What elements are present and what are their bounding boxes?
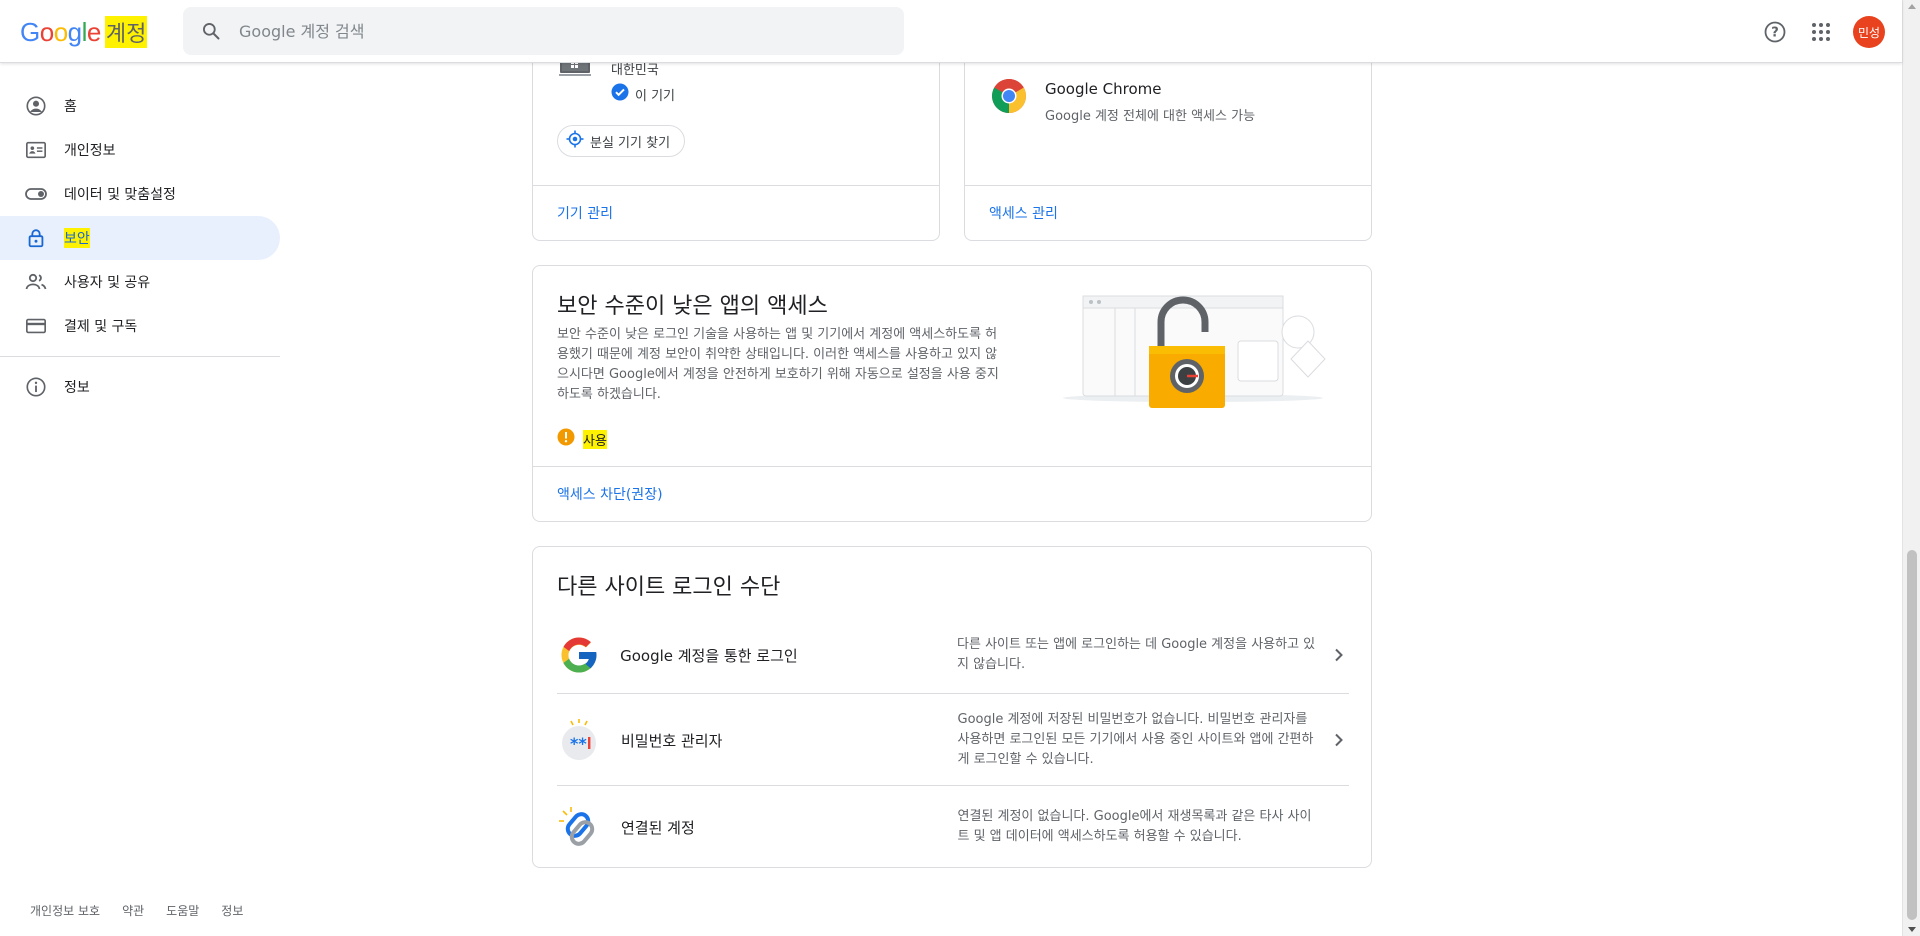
find-lost-device-button[interactable]: 분실 기기 찾기 — [557, 125, 686, 157]
google-g-icon — [557, 633, 600, 677]
padlock-illustration-icon — [1053, 286, 1353, 416]
sidebar-item-label: 데이터 및 맞춤설정 — [64, 187, 176, 203]
id-card-icon — [24, 138, 48, 162]
row-title: Google 계정을 통한 로그인 — [620, 646, 798, 665]
row-divider — [557, 693, 1349, 694]
sidebar-item-label: 사용자 및 공유 — [64, 275, 151, 291]
sidebar-nav: 홈 개인정보 데이터 및 맞춤설정 보안 사용자 및 공유 결제 및 구독 정보 — [0, 84, 280, 409]
this-device-label: 이 기기 — [635, 88, 676, 104]
lock-icon — [24, 226, 48, 250]
svg-text:?: ? — [1771, 26, 1779, 41]
page-scrollbar[interactable] — [1902, 0, 1920, 936]
link-icon — [557, 805, 601, 849]
info-icon — [24, 375, 48, 399]
toggle-icon — [24, 182, 48, 206]
account-circle-icon — [24, 94, 48, 118]
avatar[interactable]: 민성 — [1853, 16, 1885, 48]
sidebar-item-home[interactable]: 홈 — [0, 84, 280, 128]
sidebar-item-label: 결제 및 구독 — [64, 319, 138, 335]
google-wordmark: Google — [20, 16, 101, 47]
sidebar-item-security[interactable]: 보안 — [0, 216, 280, 260]
sidebar-item-data-privacy[interactable]: 데이터 및 맞춤설정 — [0, 172, 280, 216]
footer-link-terms[interactable]: 약관 — [122, 902, 144, 919]
row-description: 다른 사이트 또는 앱에 로그인하는 데 Google 계정을 사용하고 있지 … — [957, 637, 1316, 672]
block-access-link[interactable]: 액세스 차단(권장) — [533, 466, 1371, 521]
list-item-password-manager[interactable]: ** 비밀번호 관리자 Google 계정에 저장된 비밀번호가 없습니다. 비… — [557, 705, 1349, 775]
row-divider — [557, 785, 1349, 786]
footer-links: 개인정보 보호 약관 도움말 정보 — [30, 902, 243, 919]
sidebar-item-label: 개인정보 — [64, 143, 116, 159]
password-manager-icon: ** — [557, 718, 601, 762]
chrome-icon — [991, 78, 1027, 114]
card-title: 보안 수준이 낮은 앱의 액세스 — [557, 294, 828, 319]
sidebar-item-personal-info[interactable]: 개인정보 — [0, 128, 280, 172]
row-title: 비밀번호 관리자 — [621, 731, 723, 750]
chevron-right-icon — [1329, 648, 1349, 662]
status-indicator: 사용 — [557, 428, 607, 450]
people-icon — [24, 270, 48, 294]
sidebar-item-label: 정보 — [64, 380, 90, 396]
row-title: 연결된 계정 — [621, 818, 695, 837]
scrollbar-thumb[interactable] — [1907, 550, 1917, 920]
help-icon[interactable]: ? — [1755, 12, 1795, 52]
status-label: 사용 — [583, 429, 607, 449]
app-access-description: Google 계정 전체에 대한 액세스 가능 — [1045, 109, 1256, 124]
credit-card-icon — [24, 314, 48, 338]
sidebar-item-people-sharing[interactable]: 사용자 및 공유 — [0, 260, 280, 304]
signing-in-to-other-sites-card: 다른 사이트 로그인 수단 Google 계정을 통한 로그인 다른 사이트 또… — [532, 546, 1372, 868]
list-item-linked-accounts[interactable]: 연결된 계정 연결된 계정이 없습니다. Google에서 재생목록과 같은 타… — [557, 797, 1349, 857]
manage-devices-link[interactable]: 기기 관리 — [533, 185, 939, 240]
list-item-sign-in-with-google[interactable]: Google 계정을 통한 로그인 다른 사이트 또는 앱에 로그인하는 데 G… — [557, 627, 1349, 683]
top-app-bar: Google 계정 ? 민성 — [0, 0, 1902, 63]
row-description: 연결된 계정이 없습니다. Google에서 재생목록과 같은 타사 사이트 및… — [957, 809, 1312, 844]
svg-text:**: ** — [570, 734, 587, 753]
footer-link-help[interactable]: 도움말 — [166, 902, 199, 919]
locate-icon — [566, 130, 584, 152]
footer-link-about[interactable]: 정보 — [221, 902, 243, 919]
sidebar-item-label: 보안 — [64, 228, 90, 248]
sidebar-item-payments[interactable]: 결제 및 구독 — [0, 304, 280, 348]
search-icon[interactable] — [183, 7, 239, 55]
product-name: 계정 — [104, 16, 148, 48]
manage-access-link[interactable]: 액세스 관리 — [965, 185, 1371, 240]
footer-link-privacy[interactable]: 개인정보 보호 — [30, 902, 100, 919]
google-account-logo[interactable]: Google 계정 — [20, 14, 148, 50]
row-description: Google 계정에 저장된 비밀번호가 없습니다. 비밀번호 관리자를 사용하… — [957, 712, 1314, 767]
check-circle-icon — [611, 83, 629, 105]
sidebar-item-about[interactable]: 정보 — [0, 365, 280, 409]
find-lost-device-label: 분실 기기 찾기 — [590, 135, 671, 151]
search-input[interactable] — [239, 21, 839, 41]
warning-icon — [557, 428, 575, 450]
chevron-right-icon — [1329, 733, 1349, 747]
scroll-up-arrow-icon[interactable] — [1908, 4, 1916, 9]
apps-grid-icon[interactable] — [1801, 12, 1841, 52]
sidebar-divider — [0, 356, 280, 357]
card-title: 다른 사이트 로그인 수단 — [557, 575, 781, 600]
scroll-down-arrow-icon[interactable] — [1908, 927, 1916, 932]
app-name: Google Chrome — [1045, 80, 1162, 98]
less-secure-apps-card: 보안 수준이 낮은 앱의 액세스 보안 수준이 낮은 로그인 기술을 사용하는 … — [532, 265, 1372, 522]
sidebar-item-label: 홈 — [64, 99, 77, 115]
this-device-indicator: 이 기기 — [611, 83, 675, 105]
card-description: 보안 수준이 낮은 로그인 기술을 사용하는 앱 및 기기에서 계정에 액세스하… — [557, 327, 999, 402]
search-bar[interactable] — [183, 7, 904, 55]
